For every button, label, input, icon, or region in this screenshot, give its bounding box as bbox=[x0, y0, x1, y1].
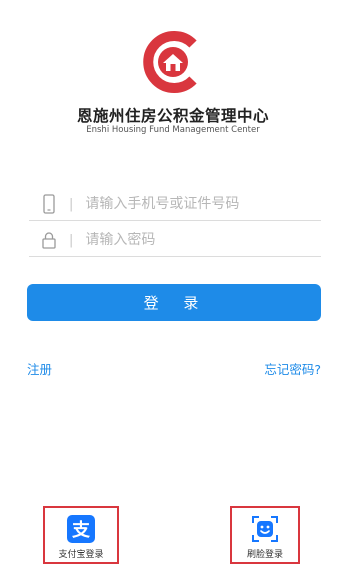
phone-input[interactable] bbox=[85, 196, 321, 212]
login-button[interactable]: 登 录 bbox=[27, 284, 321, 321]
login-screen: 恩施州住房公积金管理中心 Enshi Housing Fund Manageme… bbox=[0, 0, 346, 574]
logo bbox=[0, 30, 346, 94]
lock-icon bbox=[39, 228, 59, 252]
face-login-button[interactable]: 刷脸登录 bbox=[230, 506, 300, 564]
forgot-password-link[interactable]: 忘记密码? bbox=[264, 359, 321, 378]
org-name-cn: 恩施州住房公积金管理中心 bbox=[76, 107, 269, 125]
password-field: | bbox=[29, 224, 321, 257]
register-link[interactable]: 注册 bbox=[27, 359, 52, 378]
alipay-login-button[interactable]: 支 支付宝登录 bbox=[43, 506, 119, 564]
face-login-label: 刷脸登录 bbox=[246, 550, 283, 560]
password-input[interactable] bbox=[85, 232, 321, 248]
phone-icon bbox=[39, 192, 59, 216]
house-logo-icon bbox=[143, 31, 197, 93]
alipay-icon: 支 bbox=[67, 515, 95, 543]
field-separator: | bbox=[69, 232, 74, 248]
phone-field: | bbox=[29, 188, 321, 221]
face-scan-icon bbox=[252, 516, 278, 542]
org-name-en: Enshi Housing Fund Management Center bbox=[86, 125, 260, 135]
svg-text:支: 支 bbox=[71, 519, 91, 541]
field-separator: | bbox=[69, 196, 74, 212]
alipay-login-label: 支付宝登录 bbox=[58, 550, 104, 560]
